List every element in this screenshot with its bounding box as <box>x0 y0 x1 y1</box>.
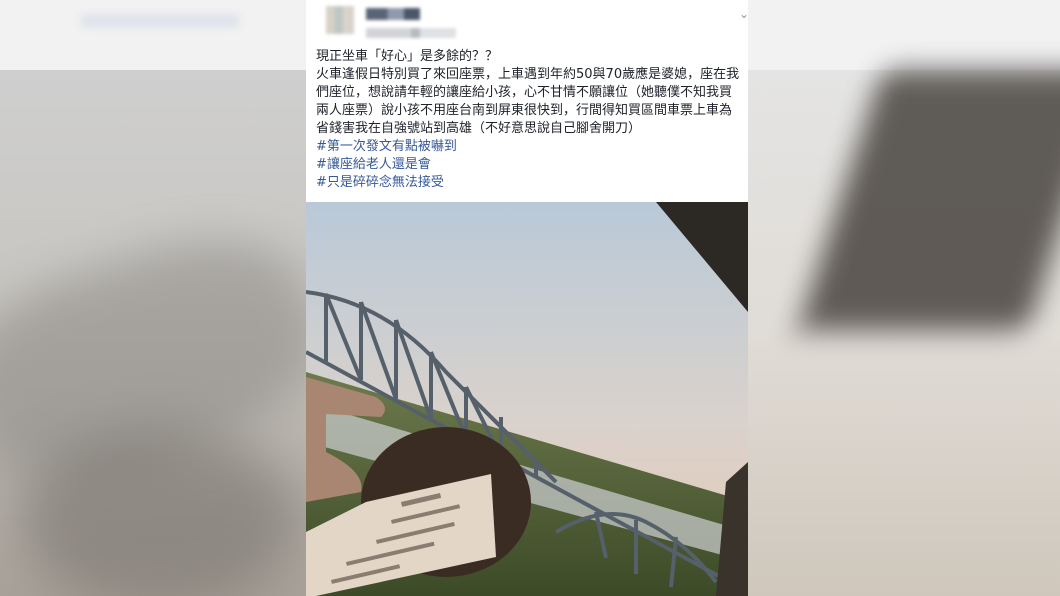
post-text: 現正坐車「好心」是多餘的？？ 火車逢假日特別買了來回座票，上車遇到年約50與70… <box>316 48 740 192</box>
backdrop-blurred-text <box>80 14 240 28</box>
hashtag-link[interactable]: #第一次發文有點被嚇到 <box>316 138 740 156</box>
avatar[interactable] <box>326 6 354 34</box>
backdrop-blur-shadow <box>20 430 300 596</box>
post-header: ⌄ <box>326 6 748 46</box>
chevron-down-icon[interactable]: ⌄ <box>734 6 748 22</box>
post-meta <box>366 28 456 38</box>
post-body: 火車逢假日特別買了來回座票，上車遇到年約50與70歲應是婆媳，座在我們座位，想說… <box>316 67 740 136</box>
hashtag-link[interactable]: #讓座給老人還是會 <box>316 156 740 174</box>
hashtag-link[interactable]: #只是碎碎念無法接受 <box>316 174 740 192</box>
social-post-card: ⌄ 現正坐車「好心」是多餘的？？ 火車逢假日特別買了來回座票，上車遇到年約50與… <box>306 0 748 596</box>
post-photo[interactable] <box>306 202 748 596</box>
post-title: 現正坐車「好心」是多餘的？？ <box>316 49 499 64</box>
train-window-photo <box>306 202 748 596</box>
author-name[interactable] <box>366 8 420 20</box>
